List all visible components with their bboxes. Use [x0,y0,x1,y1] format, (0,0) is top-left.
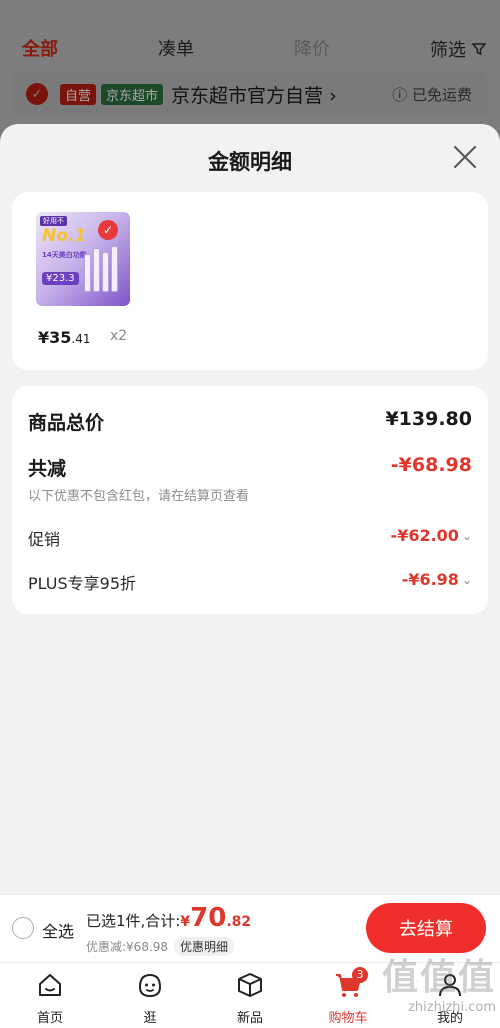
promotion-value-wrap[interactable]: -¥62.00 ⌄ [391,526,472,545]
watermark-small: zhizhizhi.com [408,1000,496,1015]
tab-new[interactable]: 新品 [220,969,280,1026]
select-all-radio[interactable] [12,917,34,939]
sheet-title: 金额明细 [208,150,292,174]
tab-browse[interactable]: 逛 [120,969,180,1026]
quantity: x2 [110,328,128,344]
jd-supermarket-badge: 京东超市 [101,83,164,105]
total-amount: ¥70.82 [180,903,252,933]
plus-discount-label: PLUS专享95折 [28,574,136,593]
face-icon [138,973,162,998]
thumb-line: 14天美白功能 [42,251,87,259]
discount-summary: 优惠减:¥68.98 优惠明细 [86,937,235,956]
reduce-note: 以下优惠不包含红包，请在结算页查看 [28,489,250,504]
thumb-no1: No.1 [42,226,87,246]
tab-new-label: 新品 [236,1011,263,1026]
store-check-icon[interactable]: ✓ [26,83,48,105]
promotion-value: -¥62.00 [390,526,459,545]
tab-browse-label: 逛 [143,1011,157,1026]
tab-bundle[interactable]: 凑单 [158,35,194,61]
store-name[interactable]: 京东超市官方自营 › [171,81,337,108]
chevron-down-icon: ⌄ [461,528,472,543]
checkout-button[interactable]: 去结算 [366,903,486,953]
thumb-tag: 好用不 [40,216,67,226]
total-reduce-label: 共减 [28,458,67,480]
product-card: 好用不 No.1 14天美白功能 ¥23.3 ✓ ¥35.41 x2 [12,192,488,370]
chevron-down-icon: ⌄ [461,572,472,587]
selected-check-icon: ✓ [98,220,118,240]
product-thumbnail[interactable]: 好用不 No.1 14天美白功能 ¥23.3 ✓ [36,212,130,306]
selected-count-text: 已选1件,合计: [86,912,181,930]
total-summary: 已选1件,合计: ¥70.82 [86,903,251,933]
unit-price: ¥35.41 [38,328,91,347]
store-header: ✓ 自营 京东超市 京东超市官方自营 › ⓘ 已免运费 [12,72,488,116]
filter-icon [472,43,486,56]
total-price-row: 商品总价 ¥139.80 [28,408,472,435]
shipping-status: ⓘ 已免运费 [392,85,472,104]
home-icon [39,974,61,996]
filter-button[interactable]: 筛选 [430,36,486,62]
plus-discount-value: -¥6.98 [401,570,459,589]
promotion-row[interactable]: 促销 -¥62.00 ⌄ [28,526,472,550]
box-icon [238,973,262,997]
close-icon[interactable] [452,144,478,170]
total-price-label: 商品总价 [28,412,105,434]
tab-home-label: 首页 [36,1011,63,1026]
tab-price-drop[interactable]: 降价 [294,35,330,61]
promotion-label: 促销 [28,530,61,549]
select-all-label[interactable]: 全选 [42,918,74,942]
plus-discount-row[interactable]: PLUS专享95折 -¥6.98 ⌄ [28,570,472,594]
tab-home[interactable]: 首页 [20,969,80,1026]
tab-all[interactable]: 全部 [22,35,58,61]
amount-detail-sheet: 金额明细 好用不 No.1 14天美白功能 ¥23.3 ✓ ¥35.41 x2 … [0,124,500,894]
total-reduce-row: 共减 -¥68.98 以下优惠不包含红包，请在结算页查看 [28,454,472,504]
watermark: 值值值 zhizhizhi.com [356,948,496,1015]
total-reduce-value: -¥68.98 [390,454,472,476]
price-detail-card: 商品总价 ¥139.80 共减 -¥68.98 以下优惠不包含红包，请在结算页查… [12,386,488,614]
toothpaste-tubes-image [82,242,126,292]
watermark-big: 值值值 [381,957,496,998]
thumb-price: ¥23.3 [42,272,79,285]
total-price-value: ¥139.80 [385,408,472,430]
discount-detail-button[interactable]: 优惠明细 [174,937,235,956]
discount-text: 优惠减:¥68.98 [86,940,169,954]
cart-tabs: 全部 凑单 降价 [0,30,500,66]
filter-label: 筛选 [430,40,466,61]
plus-discount-value-wrap[interactable]: -¥6.98 ⌄ [402,570,472,589]
self-operated-badge: 自营 [60,83,97,105]
background-cart-page: 全部 凑单 降价 筛选 ✓ 自营 京东超市 京东超市官方自营 › ⓘ 已免运费 [0,0,500,130]
